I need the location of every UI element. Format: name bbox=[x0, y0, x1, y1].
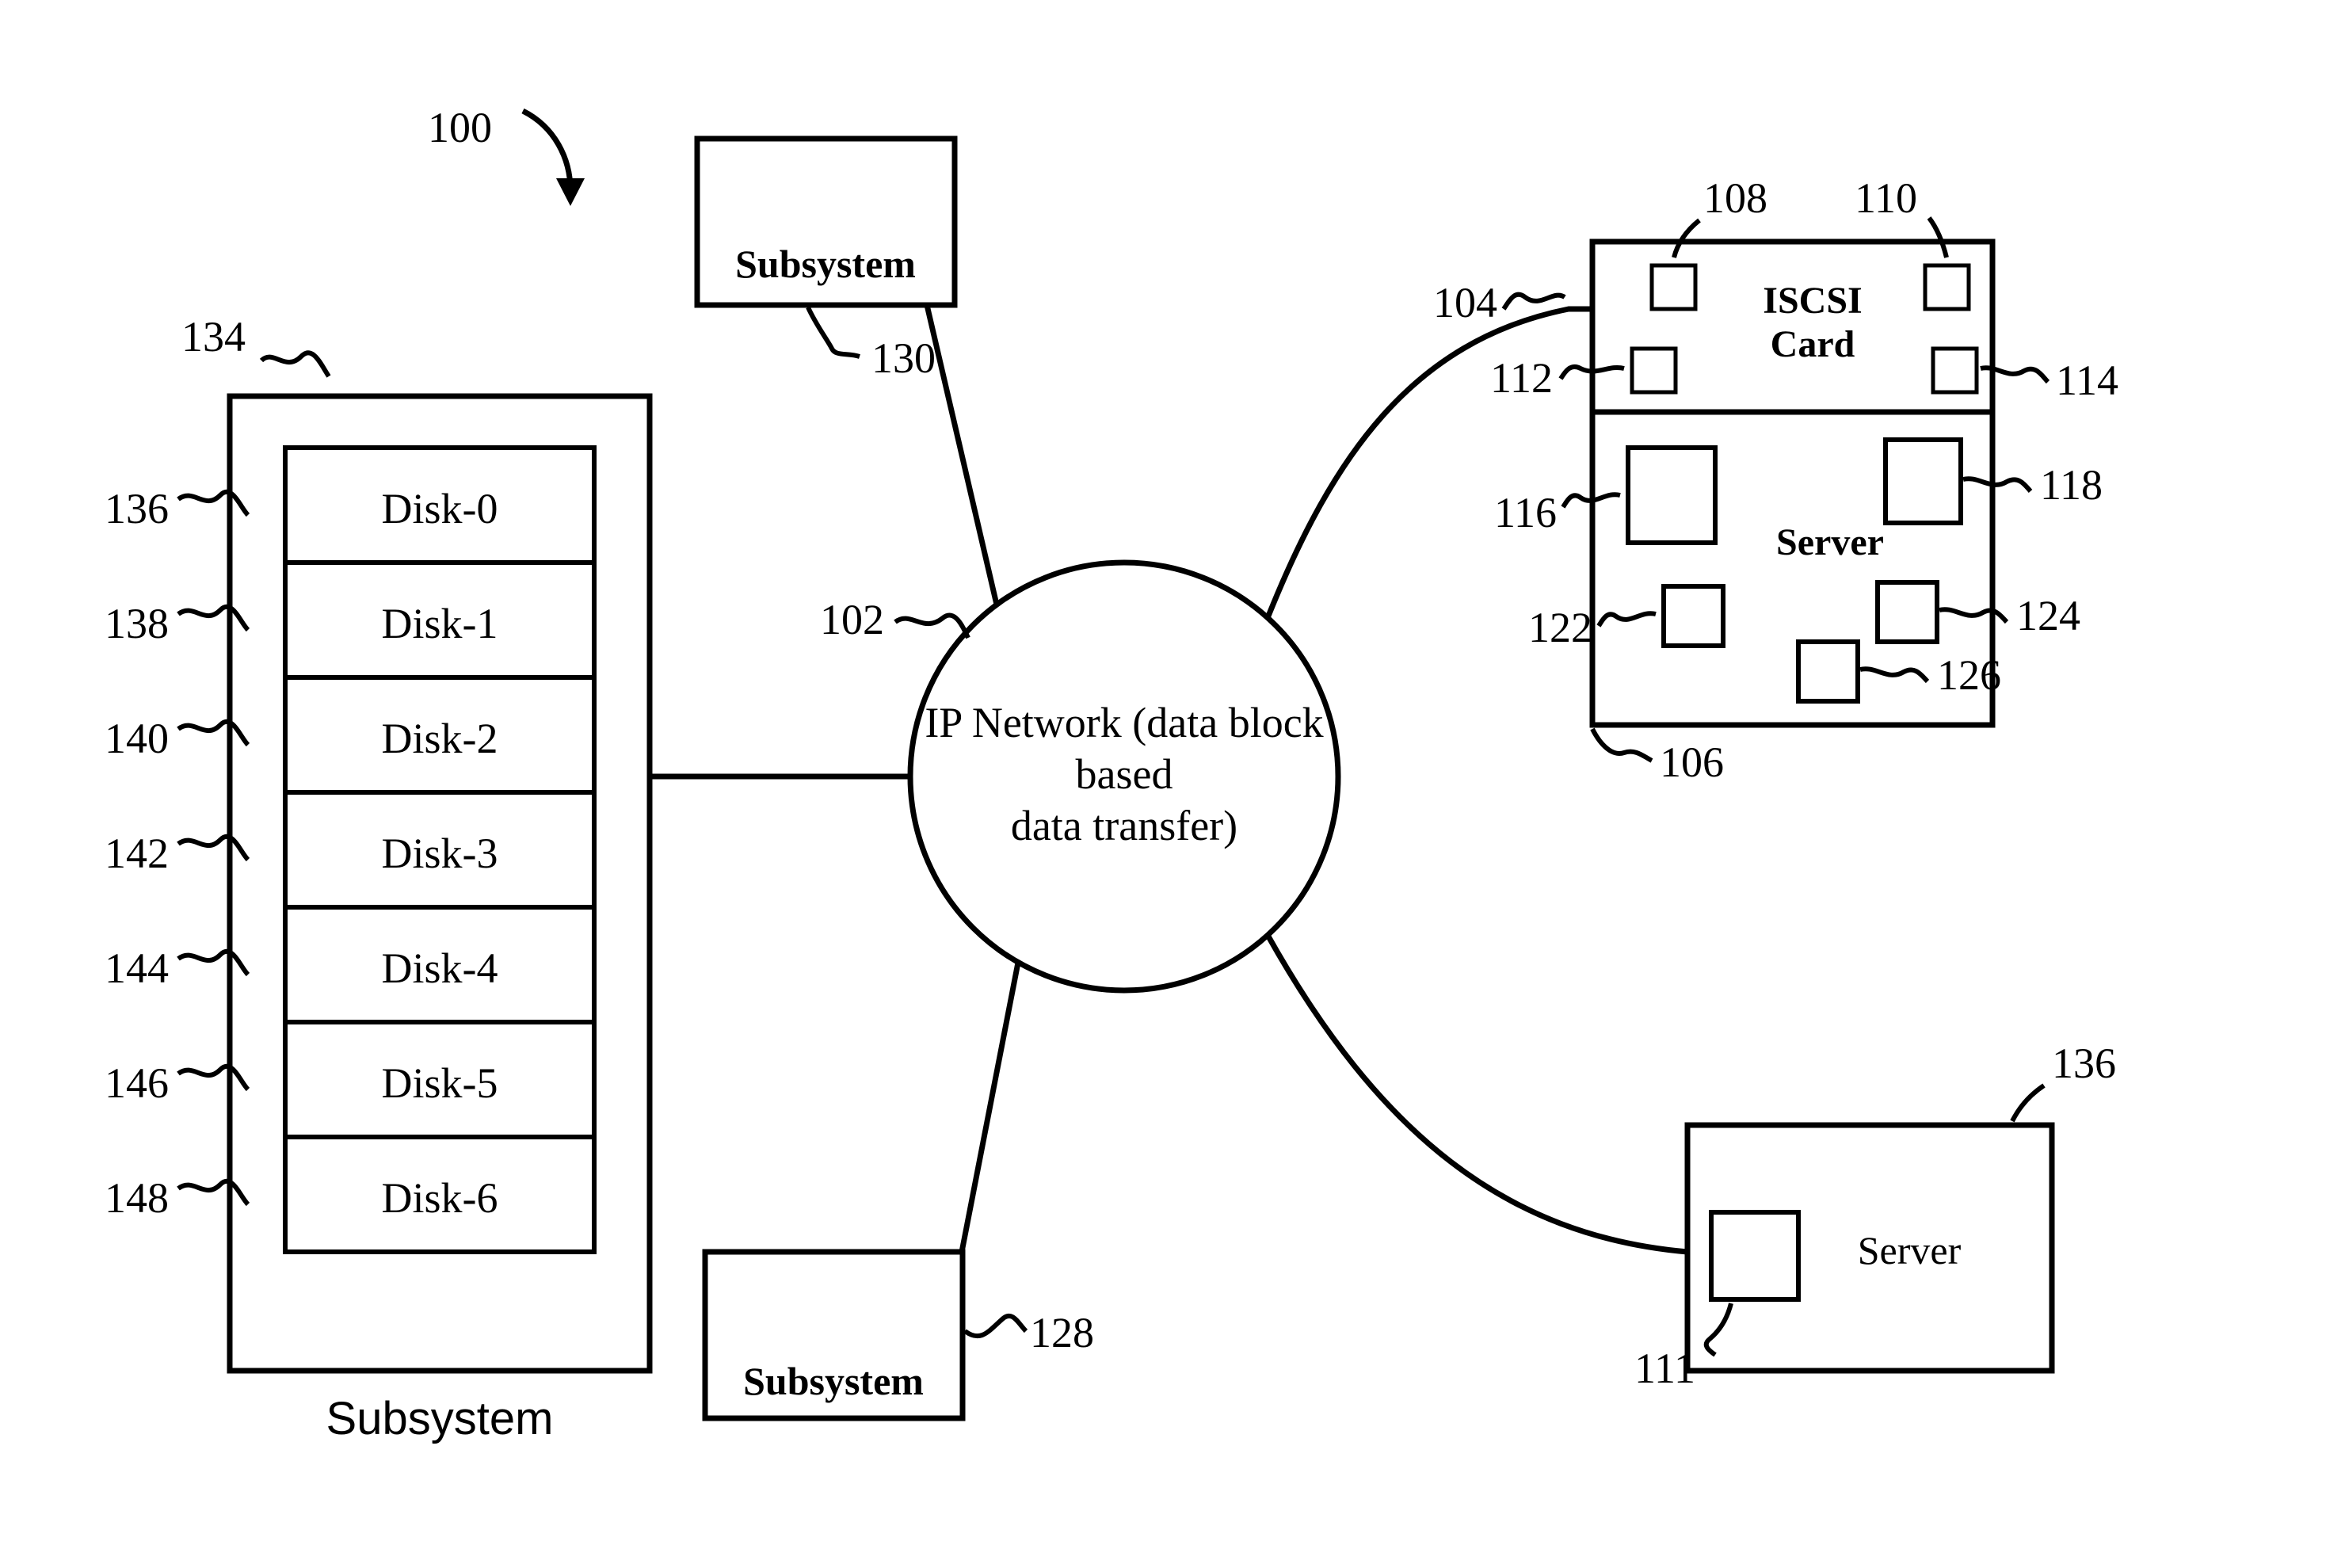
chip-icon bbox=[1652, 265, 1695, 309]
ip-network-label-line3: data transfer) bbox=[1011, 802, 1237, 849]
server-secondary: Server 136 111 bbox=[1634, 1040, 2116, 1392]
ip-network-label-line2: based bbox=[1076, 750, 1173, 798]
disk-label: Disk-1 bbox=[382, 600, 498, 647]
subsystem-bottom-ref: 128 bbox=[1030, 1309, 1094, 1356]
ip-network-ref-group: 102 bbox=[820, 596, 968, 643]
server-secondary-ref: 136 bbox=[2052, 1040, 2116, 1087]
figure-ref: 100 bbox=[428, 104, 492, 151]
chip-ref: 114 bbox=[2056, 357, 2118, 404]
squiggle-icon bbox=[808, 307, 860, 357]
figure-ref-arrowhead bbox=[556, 178, 585, 206]
disk-label: Disk-5 bbox=[382, 1059, 498, 1107]
chip-icon bbox=[1664, 586, 1723, 646]
disk-ref: 148 bbox=[105, 1174, 169, 1222]
server-main-label: Server bbox=[1776, 521, 1884, 563]
edge-secondary-server bbox=[1268, 935, 1687, 1252]
chip-ref: 110 bbox=[1855, 174, 1917, 222]
disk-stack: Disk-0 136 Disk-1 138 Disk-2 140 Disk-3 … bbox=[105, 448, 594, 1252]
server-card-ref: 104 bbox=[1433, 279, 1497, 326]
chip-ref: 118 bbox=[2040, 461, 2103, 509]
chip-icon bbox=[1925, 265, 1969, 309]
edge-top-subsystem bbox=[927, 305, 997, 605]
subsystem-bottom: Subsystem 128 bbox=[705, 1252, 1094, 1418]
ip-network-node: IP Network (data block based data transf… bbox=[910, 563, 1338, 990]
chip-ref: 112 bbox=[1490, 354, 1553, 402]
chip-ref: 126 bbox=[1937, 651, 2001, 699]
squiggle-icon bbox=[1504, 295, 1565, 309]
server-main: ISCSI Card Server 106 104 108 110 112 11… bbox=[1433, 174, 2118, 786]
subsystem-top-label: Subsystem bbox=[735, 242, 916, 286]
disk-label: Disk-6 bbox=[382, 1174, 498, 1222]
ip-network-ref: 102 bbox=[820, 596, 884, 643]
squiggle-icon bbox=[895, 616, 968, 638]
chip-icon bbox=[1878, 582, 1937, 642]
chip-ref: 124 bbox=[2016, 592, 2080, 639]
disk-ref: 138 bbox=[105, 600, 169, 647]
chip-icon bbox=[1628, 448, 1715, 543]
disk-label: Disk-2 bbox=[382, 715, 498, 762]
chip-icon bbox=[1632, 349, 1676, 392]
subsystem-left-box-ref: 134 bbox=[181, 313, 246, 361]
subsystem-left-label: Subsystem bbox=[326, 1393, 554, 1444]
chip-icon bbox=[1933, 349, 1977, 392]
subsystem-bottom-label: Subsystem bbox=[743, 1359, 924, 1403]
diagram-canvas: 100 IP Network (data block based data tr… bbox=[0, 0, 2326, 1568]
edge-bottom-subsystem bbox=[962, 963, 1018, 1252]
squiggle-icon bbox=[1592, 729, 1652, 761]
squiggle-icon bbox=[965, 1316, 1026, 1336]
chip-ref: 116 bbox=[1494, 489, 1557, 536]
subsystem-top: Subsystem 130 bbox=[697, 139, 955, 382]
disk-label: Disk-3 bbox=[382, 830, 498, 877]
disk-label: Disk-0 bbox=[382, 485, 498, 532]
figure-ref-group: 100 bbox=[428, 104, 585, 206]
server-secondary-chip-ref: 111 bbox=[1634, 1345, 1695, 1392]
chip-icon bbox=[1711, 1212, 1798, 1299]
squiggle-icon bbox=[2012, 1085, 2044, 1121]
disk-ref: 146 bbox=[105, 1059, 169, 1107]
disk-ref: 140 bbox=[105, 715, 169, 762]
disk-ref: 142 bbox=[105, 830, 169, 877]
subsystem-top-ref: 130 bbox=[871, 334, 936, 382]
chip-icon bbox=[1798, 642, 1858, 701]
chip-icon bbox=[1886, 440, 1961, 523]
disk-ref: 136 bbox=[105, 485, 169, 532]
disk-ref: 144 bbox=[105, 944, 169, 992]
server-secondary-label: Server bbox=[1858, 1228, 1962, 1272]
ip-network-label-line1: IP Network (data block bbox=[925, 699, 1323, 746]
server-main-ref: 106 bbox=[1660, 738, 1724, 786]
disk-label: Disk-4 bbox=[382, 944, 498, 992]
squiggle-icon bbox=[261, 353, 329, 376]
subsystem-left: Subsystem 134 Disk-0 136 Disk-1 138 Disk… bbox=[105, 313, 650, 1444]
server-card-label-line1: ISCSI bbox=[1763, 280, 1862, 322]
server-card-label-line2: Card bbox=[1771, 323, 1855, 365]
chip-ref: 122 bbox=[1528, 604, 1592, 651]
chip-ref: 108 bbox=[1703, 174, 1767, 222]
